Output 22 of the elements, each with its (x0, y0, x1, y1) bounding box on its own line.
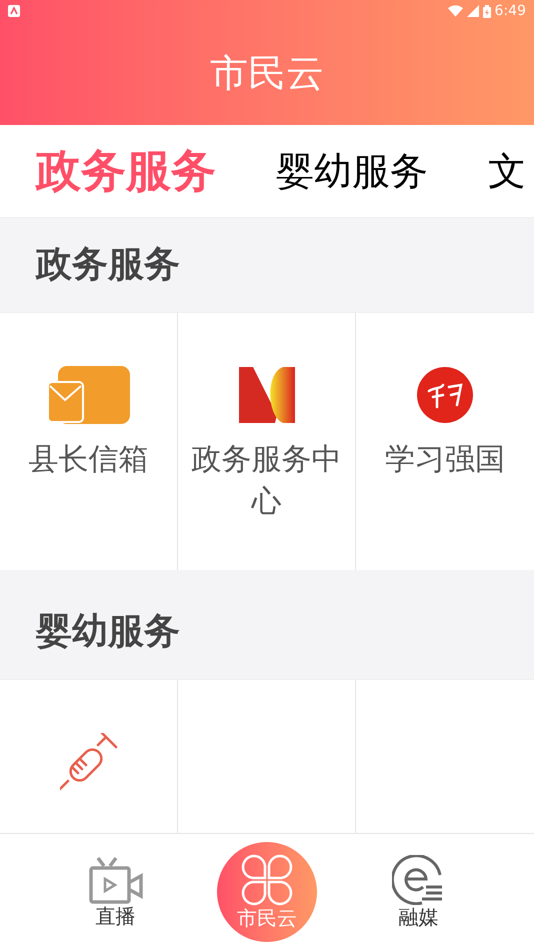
nav-tab[interactable]: 直播 (66, 856, 166, 928)
battery-icon (482, 4, 491, 18)
e-circle-icon (392, 854, 444, 904)
category-tab[interactable]: 文 (488, 142, 526, 200)
section-title: 政务服务 (36, 243, 180, 287)
app-title: 市民云 (210, 50, 324, 97)
status-time: 6:49 (494, 2, 526, 20)
mailbox-icon (48, 366, 130, 424)
nav-tab[interactable]: 融媒 (368, 854, 468, 930)
syringe-icon (60, 733, 118, 791)
notification-icon (8, 5, 20, 17)
signal-icon (466, 5, 479, 17)
category-tab[interactable]: 婴幼服务 (276, 142, 428, 200)
service-label[interactable]: 学习强国 (377, 439, 513, 481)
section-title: 婴幼服务 (36, 610, 180, 654)
n-logo-icon (238, 367, 294, 423)
service-label[interactable]: 政务服务中心 (178, 439, 355, 523)
tv-camera-icon (88, 856, 144, 904)
seal-icon (417, 367, 473, 423)
wifi-icon (448, 5, 463, 17)
clover-icon (240, 854, 293, 906)
service-label[interactable]: 县长信箱 (20, 439, 156, 481)
